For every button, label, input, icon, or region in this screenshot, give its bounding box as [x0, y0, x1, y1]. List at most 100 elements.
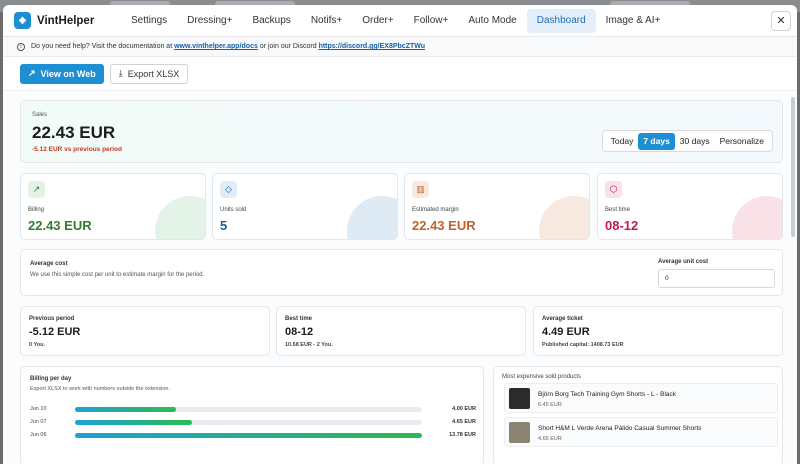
app-logo-icon: ◆ — [14, 12, 31, 29]
billing-value: 13.78 EUR — [449, 432, 476, 438]
most-expensive-card: Most expensive sold products Björn Borg … — [493, 366, 783, 464]
product-name: Short H&M L Verde Arena Pálido Casual Su… — [538, 425, 702, 432]
product-item[interactable]: Short H&M L Verde Arena Pálido Casual Su… — [504, 417, 778, 447]
metric-value: 08-12 — [605, 218, 639, 233]
metric-label: Estimated margin — [412, 207, 459, 213]
billing-row: Jun 10 4.00 EUR — [30, 405, 476, 415]
help-bar: i Do you need help? Visit the documentat… — [3, 37, 797, 57]
billing-per-day-card: Billing per day Export XLSX to work with… — [20, 366, 484, 464]
summary-title: Average ticket — [542, 316, 583, 322]
info-icon: i — [17, 42, 25, 51]
metric-label: Billing — [28, 207, 45, 213]
summary-sub: Published capital: 1408.73 EUR — [542, 342, 624, 348]
help-text: Do you need help? Visit the documentatio… — [31, 43, 173, 50]
bar-chart-icon: ▥ — [412, 181, 429, 198]
sales-card: Sales 22.43 EUR -5.12 EUR vs previous pe… — [20, 100, 783, 163]
metric-value: 22.43 EUR — [412, 218, 476, 233]
billing-bar-track — [75, 433, 422, 438]
nav-order[interactable]: Order+ — [352, 9, 403, 33]
nav-backups[interactable]: Backups — [242, 9, 300, 33]
nav-image-ai[interactable]: Image & AI+ — [596, 9, 671, 33]
average-unit-cost-label: Average unit cost — [658, 259, 709, 265]
action-bar: ↗ View on Web ⤓ Export XLSX — [3, 57, 797, 91]
export-xlsx-label: Export XLSX — [127, 68, 180, 79]
average-cost-card: Average cost We use this simple cost per… — [20, 249, 783, 296]
metric-estimated-margin: ▥ Estimated margin 22.43 EUR — [404, 173, 590, 240]
product-thumbnail — [509, 422, 530, 443]
product-price: 6.45 EUR — [538, 402, 562, 408]
summary-sub: 10.58 EUR - 2 You. — [285, 342, 333, 348]
external-link-icon: ↗ — [28, 68, 36, 78]
view-on-web-label: View on Web — [40, 68, 96, 79]
metric-value: 5 — [220, 218, 228, 233]
period-personalize[interactable]: Personalize — [715, 133, 769, 150]
close-button[interactable]: ✕ — [771, 11, 791, 31]
tag-icon: ◇ — [220, 181, 237, 198]
metric-best-time: ⬡ Best time 08-12 — [597, 173, 783, 240]
billing-bar-fill — [75, 433, 422, 438]
average-unit-cost-input[interactable]: 0 — [658, 269, 775, 288]
metric-label: Units sold — [220, 207, 247, 213]
header: ◆ VintHelper Settings Dressing+ Backups … — [3, 5, 797, 37]
period-selector: Today 7 days 30 days Personalize — [601, 130, 773, 152]
summary-value: -5.12 EUR — [29, 326, 81, 338]
nav-dressing[interactable]: Dressing+ — [177, 9, 242, 33]
discord-link[interactable]: https://discord.gg/EX8PbcZTWu — [319, 43, 425, 50]
sales-label: Sales — [32, 112, 48, 118]
period-30-days[interactable]: 30 days — [675, 133, 715, 150]
period-today[interactable]: Today — [606, 133, 639, 150]
decor-circle — [732, 196, 782, 239]
summary-previous-period: Previous period -5.12 EUR 0 You. — [20, 306, 270, 356]
view-on-web-button[interactable]: ↗ View on Web — [20, 63, 104, 84]
summary-best-time: Best time 08-12 10.58 EUR - 2 You. — [276, 306, 526, 356]
nav-notifs[interactable]: Notifs+ — [301, 9, 352, 33]
summary-value: 08-12 — [285, 326, 314, 338]
billing-per-day-title: Billing per day — [30, 376, 72, 382]
billing-bar-track — [75, 420, 422, 425]
billing-bar-track — [75, 407, 422, 412]
decor-circle — [539, 196, 589, 239]
metric-label: Best time — [605, 207, 631, 213]
nav-auto-mode[interactable]: Auto Mode — [458, 9, 526, 33]
billing-bar-fill — [75, 420, 192, 425]
vinthelper-modal: ◆ VintHelper Settings Dressing+ Backups … — [3, 5, 797, 464]
billing-date: Jun 10 — [30, 406, 47, 412]
average-cost-subtitle: We use this simple cost per unit to esti… — [30, 272, 205, 278]
main-nav: Settings Dressing+ Backups Notifs+ Order… — [121, 5, 670, 36]
most-expensive-title: Most expensive sold products — [502, 374, 582, 380]
product-thumbnail — [509, 388, 530, 409]
billing-date: Jun 07 — [30, 419, 47, 425]
decor-circle — [347, 196, 397, 239]
summary-average-ticket: Average ticket 4.49 EUR Published capita… — [533, 306, 783, 356]
nav-settings[interactable]: Settings — [121, 9, 177, 33]
billing-row: Jun 06 13.78 EUR — [30, 431, 476, 441]
product-item[interactable]: Björn Borg Tech Training Gym Shorts - L … — [504, 383, 778, 413]
help-text-discord: or join our Discord — [259, 43, 317, 50]
metric-value: 22.43 EUR — [28, 218, 92, 233]
scrollbar[interactable] — [791, 97, 795, 237]
nav-dashboard[interactable]: Dashboard — [526, 8, 596, 33]
trend-up-icon: ↗ — [28, 181, 45, 198]
metric-units-sold: ◇ Units sold 5 — [212, 173, 398, 240]
billing-row: Jun 07 4.65 EUR — [30, 418, 476, 428]
docs-link[interactable]: www.vinthelper.app/docs — [174, 43, 258, 50]
download-icon: ⤓ — [118, 68, 123, 78]
billing-value: 4.00 EUR — [452, 406, 476, 412]
sales-delta: -5.12 EUR vs previous period — [32, 146, 122, 153]
export-xlsx-button[interactable]: ⤓ Export XLSX — [109, 63, 189, 84]
app-title: VintHelper — [37, 14, 95, 27]
billing-date: Jun 06 — [30, 432, 47, 438]
summary-title: Previous period — [29, 316, 75, 322]
product-name: Björn Borg Tech Training Gym Shorts - L … — [538, 391, 676, 398]
period-7-days[interactable]: 7 days — [638, 132, 675, 150]
decor-circle — [155, 196, 205, 239]
average-cost-title: Average cost — [30, 261, 68, 267]
summary-sub: 0 You. — [29, 342, 45, 348]
billing-value: 4.65 EUR — [452, 419, 476, 425]
metric-billing: ↗ Billing 22.43 EUR — [20, 173, 206, 240]
box-icon: ⬡ — [605, 181, 622, 198]
nav-follow[interactable]: Follow+ — [404, 9, 459, 33]
billing-bar-fill — [75, 407, 176, 412]
sales-amount: 22.43 EUR — [32, 123, 116, 142]
billing-per-day-subtitle: Export XLSX to work with numbers outside… — [30, 386, 171, 392]
